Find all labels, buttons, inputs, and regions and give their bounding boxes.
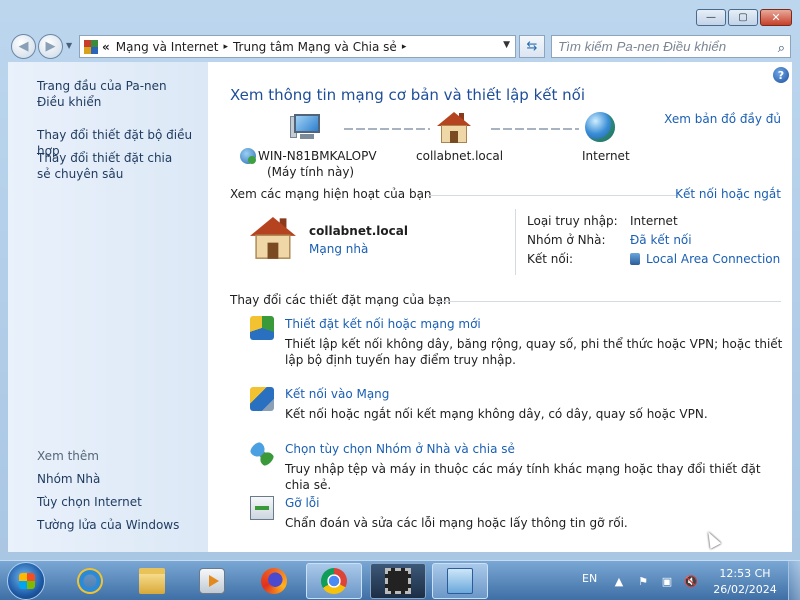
new-connection-icon (250, 316, 274, 340)
access-type-label: Loại truy nhập: (527, 214, 618, 228)
computer-name: WIN-N81BMKALOPV (258, 149, 377, 163)
show-desktop-button[interactable] (788, 561, 800, 600)
breadcrumb-separator[interactable]: ▸ (402, 42, 407, 52)
address-dropdown-icon[interactable]: ▼ (503, 40, 510, 50)
troubleshoot-link[interactable]: Gỡ lỗi (285, 496, 319, 510)
see-full-map-link[interactable]: Xem bản đồ đầy đủ (664, 112, 781, 126)
recent-pages-dropdown[interactable]: ▼ (66, 41, 72, 50)
sidebar-item-windows-firewall[interactable]: Tường lửa của Windows (37, 517, 179, 533)
setup-new-connection-link[interactable]: Thiết đặt kết nối hoặc mạng mới (285, 317, 481, 331)
action-center-flag-icon[interactable]: ⚑ (636, 574, 650, 588)
internet-label: Internet (582, 149, 630, 163)
back-button[interactable]: ◀ (11, 34, 36, 59)
network-tray-icon[interactable]: ▣ (660, 574, 674, 588)
main-content: ? Xem thông tin mạng cơ bản và thiết lập… (208, 62, 792, 552)
wired-connection-icon (630, 253, 640, 265)
film-strip-icon (385, 568, 411, 594)
folder-icon (139, 568, 165, 594)
homegroup-label: Nhóm ở Nhà: (527, 233, 606, 247)
refresh-button[interactable]: ⇆ (519, 35, 545, 58)
divider (431, 301, 781, 302)
change-settings-heading: Thay đổi các thiết đặt mạng của bạn (230, 293, 451, 307)
sidebar-item-internet-options[interactable]: Tùy chọn Internet (37, 494, 142, 510)
internet-explorer-icon (73, 564, 107, 598)
local-area-connection-link[interactable]: Local Area Connection (646, 252, 780, 266)
breadcrumb-network-internet[interactable]: Mạng và Internet (116, 40, 219, 54)
network-status-icon (240, 148, 256, 164)
homegroup-joined-link[interactable]: Đã kết nối (630, 233, 692, 247)
chrome-icon (321, 568, 347, 594)
access-type-value: Internet (630, 214, 678, 228)
connection-line (491, 128, 579, 130)
taskbar-media-player[interactable] (184, 563, 240, 599)
active-network-home-icon (250, 217, 296, 260)
network-name-label: collabnet.local (416, 149, 504, 163)
homegroup-sharing-description: Truy nhập tệp và máy in thuộc các máy tí… (285, 462, 761, 492)
taskbar: EN ▲ ⚑ ▣ 🔇 12:53 CH 26/02/2024 (0, 560, 800, 600)
connect-to-network-link[interactable]: Kết nối vào Mạng (285, 387, 389, 401)
taskbar-control-panel[interactable] (432, 563, 488, 599)
language-indicator[interactable]: EN (582, 572, 597, 585)
divider (428, 195, 678, 196)
computer-icon (290, 112, 322, 140)
refresh-icon: ⇆ (526, 39, 538, 54)
troubleshoot-description: Chẩn đoán và sửa các lỗi mạng hoặc lấy t… (285, 516, 628, 530)
sidebar-item-advanced-sharing-settings[interactable]: Thay đổi thiết đặt chia sẻ chuyên sâu (37, 150, 187, 182)
clock-date: 26/02/2024 (713, 583, 777, 596)
homegroup-sharing-icon (250, 442, 274, 466)
control-panel-icon (447, 568, 473, 594)
connection-entry[interactable]: Local Area Connection (630, 252, 780, 266)
volume-muted-icon[interactable]: 🔇 (684, 574, 698, 588)
homegroup-sharing-options-link[interactable]: Chọn tùy chọn Nhóm ở Nhà và chia sẻ (285, 442, 515, 456)
breadcrumb-separator[interactable]: ▸ (223, 42, 228, 52)
home-network-icon (437, 112, 471, 144)
help-icon[interactable]: ? (773, 67, 789, 83)
connection-line (344, 128, 430, 130)
network-type-link[interactable]: Mạng nhà (309, 242, 368, 256)
setup-new-connection-description: Thiết lập kết nối không dây, băng rộng, … (285, 337, 783, 367)
sidebar: Trang đầu của Pa-nen Điều khiển Thay đổi… (8, 62, 208, 552)
computer-subtitle: (Máy tính này) (267, 165, 355, 179)
connect-to-network-icon (250, 387, 274, 411)
breadcrumb-network-sharing-center[interactable]: Trung tâm Mạng và Chia sẻ (233, 40, 397, 54)
taskbar-firefox[interactable] (246, 563, 302, 599)
active-networks-heading: Xem các mạng hiện hoạt của bạn (230, 187, 432, 201)
network-sharing-center-window: — ▢ ✕ ◀ ▶ ▼ « Mạng và Internet ▸ Trung t… (0, 0, 800, 560)
vertical-divider (515, 209, 516, 275)
sidebar-item-homegroup[interactable]: Nhóm Nhà (37, 471, 100, 487)
start-button[interactable] (7, 562, 45, 600)
window-controls: — ▢ ✕ (696, 9, 792, 26)
taskbar-internet-explorer[interactable] (62, 563, 118, 599)
taskbar-chrome[interactable] (306, 563, 362, 599)
breadcrumb-prefix[interactable]: « (102, 40, 110, 54)
connect-disconnect-link[interactable]: Kết nối hoặc ngắt (675, 187, 781, 201)
clock[interactable]: 12:53 CH 26/02/2024 (710, 566, 780, 598)
forward-button[interactable]: ▶ (38, 34, 63, 59)
troubleshoot-icon (250, 496, 274, 520)
connect-to-network-description: Kết nối hoặc ngắt nối kết mạng không dây… (285, 407, 708, 421)
back-arrow-icon: ◀ (18, 39, 29, 54)
search-input[interactable] (551, 35, 791, 58)
navigation-bar: ◀ ▶ ▼ « Mạng và Internet ▸ Trung tâm Mạn… (0, 32, 800, 60)
internet-globe-icon (585, 112, 615, 142)
show-hidden-icons-icon[interactable]: ▲ (612, 574, 626, 588)
active-network-name: collabnet.local (309, 224, 408, 238)
firefox-icon (261, 568, 287, 594)
see-also-heading: Xem thêm (37, 449, 99, 463)
taskbar-windows-explorer[interactable] (124, 563, 180, 599)
connections-label: Kết nối: (527, 252, 574, 266)
media-player-icon (199, 568, 225, 594)
close-button[interactable]: ✕ (760, 9, 792, 26)
address-bar[interactable]: « Mạng và Internet ▸ Trung tâm Mạng và C… (79, 35, 516, 58)
taskbar-video-app[interactable] (370, 563, 426, 599)
page-title: Xem thông tin mạng cơ bản và thiết lập k… (230, 86, 586, 104)
control-panel-icon (84, 39, 98, 54)
minimize-button[interactable]: — (696, 9, 726, 26)
sidebar-item-control-panel-home[interactable]: Trang đầu của Pa-nen Điều khiển (37, 78, 197, 110)
maximize-button[interactable]: ▢ (728, 9, 758, 26)
search-icon[interactable]: ⌕ (778, 41, 785, 56)
forward-arrow-icon: ▶ (45, 39, 56, 54)
clock-time: 12:53 CH (719, 567, 771, 580)
